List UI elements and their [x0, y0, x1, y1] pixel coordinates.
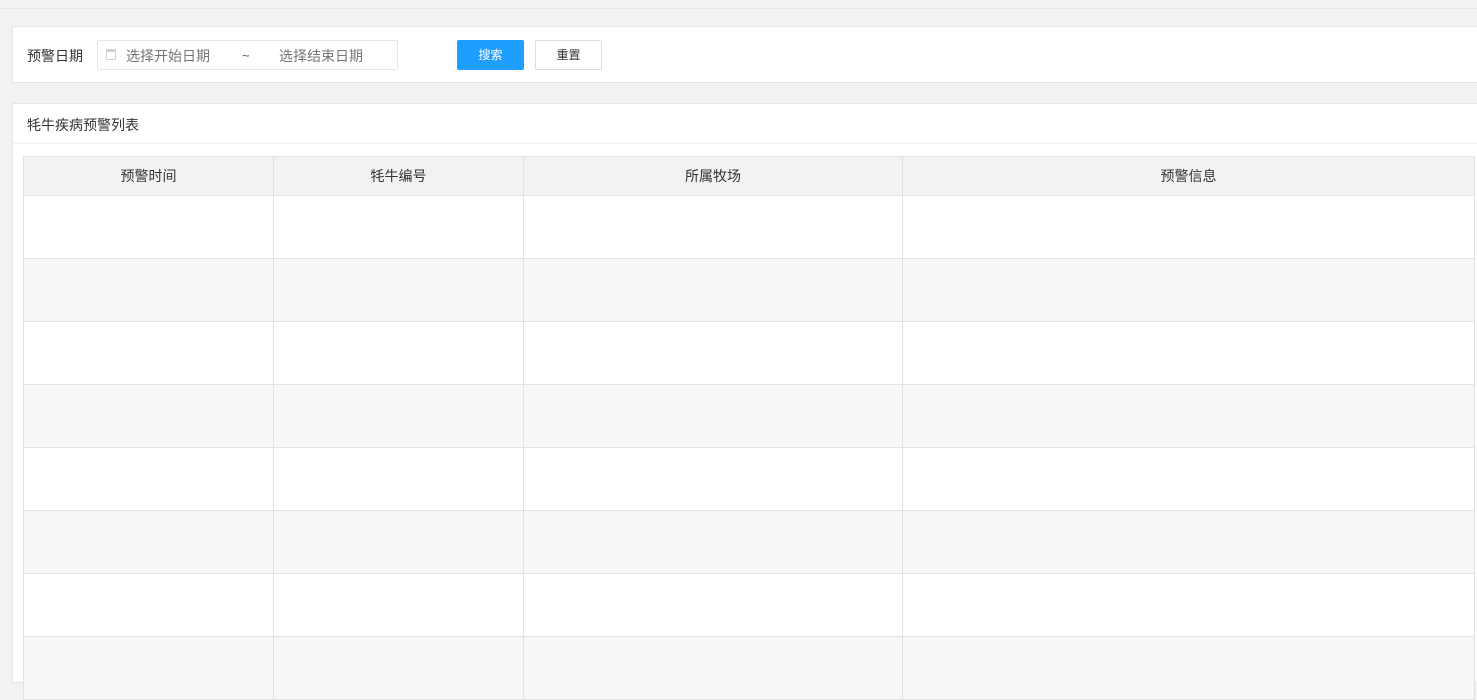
table-cell	[273, 573, 524, 637]
table-cell	[23, 258, 274, 322]
table-row	[23, 258, 1475, 322]
table-cell	[23, 321, 274, 385]
column-header-ranch: 所属牧场	[523, 156, 903, 196]
table-cell	[523, 573, 903, 637]
warning-list-panel: 牦牛疾病预警列表 预警时间 牦牛编号 所属牧场 预警信息	[12, 103, 1477, 700]
table-cell	[523, 636, 903, 700]
table-row	[23, 195, 1475, 259]
date-range-picker[interactable]: ~	[97, 40, 398, 70]
table-cell	[523, 258, 903, 322]
table-cell	[273, 384, 524, 448]
table-row	[23, 636, 1475, 700]
table-row	[23, 573, 1475, 637]
table-cell	[523, 510, 903, 574]
table-cell	[273, 447, 524, 511]
table-cell	[902, 258, 1475, 322]
table-cell	[902, 384, 1475, 448]
table-cell	[23, 636, 274, 700]
date-filter-label: 预警日期	[27, 48, 83, 64]
table-cell	[273, 195, 524, 259]
search-button[interactable]: 搜索	[457, 40, 524, 70]
table-cell	[273, 636, 524, 700]
calendar-icon	[106, 49, 116, 60]
table-cell	[902, 447, 1475, 511]
table-cell	[523, 384, 903, 448]
column-header-yak-id: 牦牛编号	[273, 156, 524, 196]
list-title: 牦牛疾病预警列表	[27, 117, 139, 133]
column-header-warning-info: 预警信息	[902, 156, 1475, 196]
list-header: 牦牛疾病预警列表	[13, 104, 1477, 144]
table-body	[23, 195, 1475, 700]
table-row	[23, 447, 1475, 511]
table-cell	[902, 636, 1475, 700]
table-cell	[523, 321, 903, 385]
top-bar	[0, 0, 1477, 9]
table-cell	[523, 447, 903, 511]
table-cell	[23, 195, 274, 259]
table-cell	[523, 195, 903, 259]
table-cell	[902, 573, 1475, 637]
column-header-warning-time: 预警时间	[23, 156, 274, 196]
warning-table: 预警时间 牦牛编号 所属牧场 预警信息	[23, 156, 1475, 700]
table-cell	[273, 321, 524, 385]
table-cell	[902, 195, 1475, 259]
search-panel: 预警日期 ~ 搜索 重置	[12, 26, 1477, 83]
table-row	[23, 321, 1475, 385]
table-row	[23, 510, 1475, 574]
start-date-input[interactable]	[126, 48, 236, 64]
table-cell	[23, 573, 274, 637]
date-range-separator: ~	[242, 48, 250, 63]
table-cell	[23, 384, 274, 448]
table-cell	[23, 447, 274, 511]
table-cell	[902, 321, 1475, 385]
table-cell	[23, 510, 274, 574]
end-date-input[interactable]	[279, 48, 389, 64]
table-row	[23, 384, 1475, 448]
table-cell	[273, 510, 524, 574]
table-cell	[902, 510, 1475, 574]
table-cell	[273, 258, 524, 322]
table-header-row: 预警时间 牦牛编号 所属牧场 预警信息	[23, 156, 1475, 196]
reset-button[interactable]: 重置	[535, 40, 602, 70]
